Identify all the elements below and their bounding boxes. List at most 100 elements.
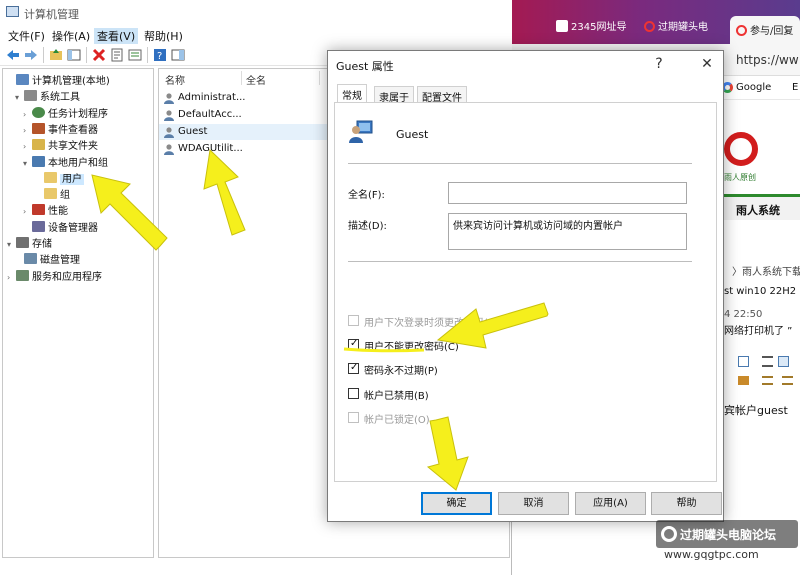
tree-node[interactable]: › 任务计划程序: [23, 105, 108, 120]
browser-tab-active[interactable]: 参与/回复: [730, 16, 800, 44]
menu-help[interactable]: 帮助(H): [141, 28, 186, 44]
browser-tab[interactable]: 2345网址导: [556, 18, 636, 40]
align-left-icon[interactable]: [762, 356, 773, 367]
menu-view[interactable]: 查看(V): [94, 28, 139, 44]
cancel-button[interactable]: 取消: [498, 492, 569, 515]
tree-node[interactable]: ▾ 系统工具: [15, 88, 80, 103]
description-label: 描述(D):: [348, 221, 387, 232]
checkbox[interactable]: ✓: [348, 362, 359, 374]
show-hide-tree-icon[interactable]: [66, 47, 82, 63]
tree-node[interactable]: › 共享文件夹: [23, 137, 98, 152]
user-icon: [163, 92, 175, 104]
fullname-field[interactable]: [448, 182, 687, 204]
help-button[interactable]: 帮助: [651, 492, 722, 515]
folder-icon: [44, 171, 57, 183]
tree-node[interactable]: 磁盘管理: [15, 251, 80, 266]
checkbox-label[interactable]: 用户不能更改密码(C): [364, 338, 459, 353]
tree-node-label: 磁盘管理: [40, 255, 80, 267]
tree-node-label: 计算机管理(本地): [32, 76, 110, 87]
tree-node-label: 服务和应用程序: [32, 271, 102, 283]
properties-icon[interactable]: [109, 47, 125, 63]
tree-node-label: 事件查看器: [48, 124, 98, 136]
post-text: 网络打印机了 ”: [724, 326, 793, 337]
brush-icon[interactable]: [738, 376, 749, 385]
chevron-down-icon[interactable]: ▾: [15, 93, 24, 102]
tab-general[interactable]: 常规: [337, 84, 367, 104]
browser-tab[interactable]: 过期罐头电: [644, 18, 728, 40]
device-manager-icon: [32, 220, 45, 232]
checkbox-label[interactable]: 密码永不过期(P): [364, 362, 438, 377]
up-folder-icon[interactable]: [48, 47, 64, 63]
tree-node-label: 用户: [60, 173, 84, 185]
performance-icon: [32, 204, 45, 216]
guest-properties-dialog: Guest 属性 ? ✕ 常规 隶属于 配置文件 Guest 全名(F): 描述…: [327, 50, 724, 522]
list-icon[interactable]: [782, 376, 793, 385]
column-header-name[interactable]: 名称: [165, 72, 185, 87]
tree-node[interactable]: 设备管理器: [23, 219, 98, 234]
help-icon[interactable]: ?: [152, 47, 168, 63]
tree-node[interactable]: ▾ 本地用户和组: [23, 154, 108, 169]
menu-action[interactable]: 操作(A): [49, 28, 93, 44]
ok-button[interactable]: 确定: [421, 492, 492, 515]
editor-toolbar: [724, 354, 800, 390]
tab-profile[interactable]: 配置文件: [417, 86, 467, 104]
storage-icon: [16, 237, 29, 248]
delete-icon[interactable]: [91, 47, 107, 63]
watermark-badge: 过期罐头电脑论坛: [656, 520, 798, 548]
site-name[interactable]: 雨人系统: [736, 202, 780, 218]
back-arrow-icon[interactable]: [5, 47, 21, 63]
export-list-icon[interactable]: [127, 47, 143, 63]
column-header-fullname[interactable]: 全名: [246, 72, 266, 87]
tree-node[interactable]: 组: [35, 186, 70, 201]
tools-icon: [24, 90, 37, 102]
post-title[interactable]: st win10 22H2 3: [724, 286, 800, 297]
tree-node[interactable]: 计算机管理(本地): [7, 72, 110, 87]
bookmark-item[interactable]: E: [792, 82, 798, 93]
tree-node[interactable]: › 事件查看器: [23, 121, 98, 136]
tree-node[interactable]: ▾ 存储: [7, 235, 52, 250]
breadcrumb[interactable]: 〉雨人系统下载: [732, 263, 800, 278]
watermark-logo-icon: [661, 526, 677, 542]
chevron-down-icon[interactable]: ▾: [23, 159, 32, 168]
chevron-right-icon[interactable]: ›: [23, 142, 32, 151]
align-center-icon[interactable]: [778, 356, 789, 367]
title-bar: 计算机管理: [0, 0, 512, 25]
tree-node[interactable]: › 性能: [23, 202, 68, 217]
user-name: Administrat...: [178, 92, 246, 103]
chevron-right-icon[interactable]: ›: [23, 110, 32, 119]
site-logo-icon: [724, 132, 758, 166]
chevron-right-icon[interactable]: ›: [23, 207, 32, 216]
checkbox-label[interactable]: 帐户已禁用(B): [364, 387, 429, 402]
bookmark-google[interactable]: Google: [736, 82, 771, 93]
user-icon: [163, 143, 175, 155]
computer-icon: [16, 74, 29, 85]
forward-arrow-icon[interactable]: [23, 47, 39, 63]
computer-management-icon: [6, 6, 19, 17]
users-group-icon: [32, 155, 45, 167]
tree-node-label: 共享文件夹: [48, 141, 98, 153]
watermark-text: 过期罐头电脑论坛: [680, 528, 777, 542]
description-field[interactable]: 供来宾访问计算机或访问域的内置帐户: [448, 213, 687, 250]
tree-node[interactable]: 用户: [35, 170, 84, 185]
logo-caption: 雨人原创: [724, 173, 756, 182]
general-tab-panel: Guest 全名(F): 描述(D): 供来宾访问计算机或访问域的内置帐户 用户…: [334, 102, 717, 482]
action-pane-icon[interactable]: [170, 47, 186, 63]
tree-node-label: 任务计划程序: [48, 108, 108, 120]
list-icon[interactable]: [762, 376, 773, 385]
user-name: WDAGUtilit...: [178, 143, 243, 154]
tree-node[interactable]: › 服务和应用程序: [7, 268, 102, 283]
chevron-right-icon[interactable]: ›: [7, 273, 16, 282]
browser-tab-strip: 2345网址导 过期罐头电 参与/回复: [512, 0, 800, 44]
tree-node-label: 存储: [32, 239, 52, 250]
close-button[interactable]: ✕: [698, 56, 716, 72]
chevron-right-icon[interactable]: ›: [23, 126, 32, 135]
menu-file[interactable]: 文件(F): [5, 28, 48, 44]
tab-member-of[interactable]: 隶属于: [374, 86, 414, 104]
chevron-down-icon[interactable]: ▾: [7, 240, 16, 249]
apply-button[interactable]: 应用(A): [575, 492, 646, 515]
checkbox[interactable]: ✓: [348, 338, 359, 350]
help-question-button[interactable]: ?: [650, 56, 668, 72]
editor-tool-icon[interactable]: [738, 356, 749, 367]
checkbox[interactable]: [348, 388, 359, 399]
folder-icon: [44, 188, 57, 200]
